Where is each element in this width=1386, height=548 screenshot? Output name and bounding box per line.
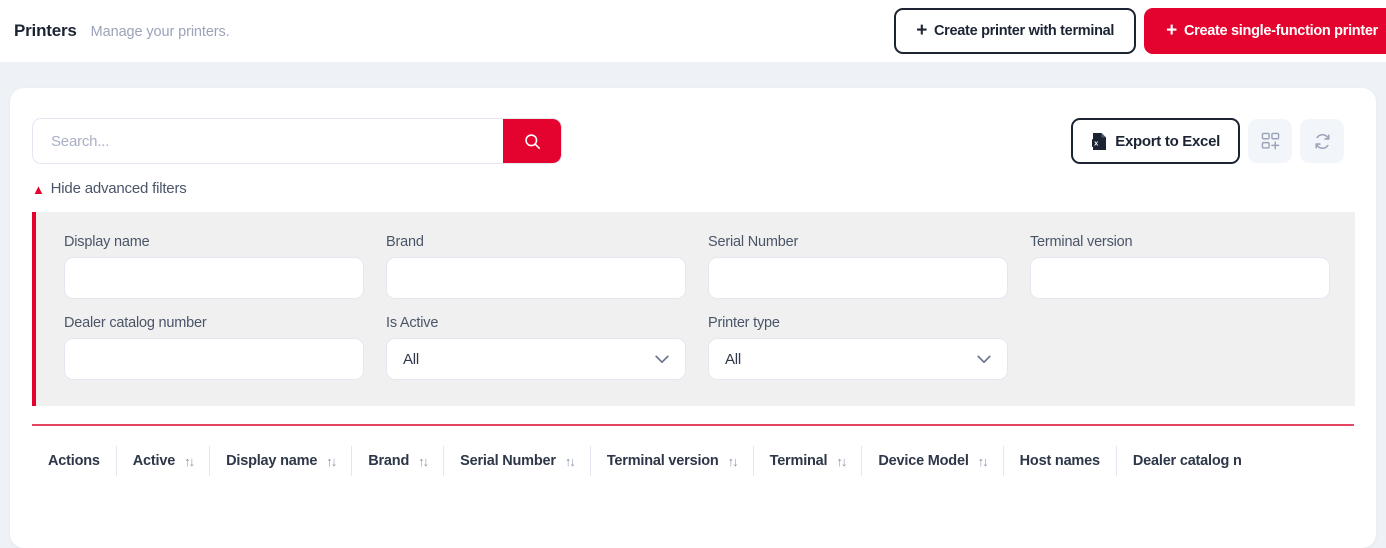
toolbar-right: x Export to Excel bbox=[1071, 118, 1344, 164]
refresh-button[interactable] bbox=[1300, 119, 1344, 163]
column-settings-button[interactable] bbox=[1248, 119, 1292, 163]
filter-field-serial-number: Serial Number bbox=[708, 234, 1008, 299]
field-label: Display name bbox=[64, 234, 150, 250]
printer-type-select[interactable]: All bbox=[708, 338, 1008, 380]
column-header-label: Display name bbox=[226, 453, 318, 469]
column-header-label: Dealer catalog n bbox=[1132, 453, 1242, 469]
page-subtitle: Manage your printers. bbox=[90, 24, 230, 40]
column-header-serial-number[interactable]: Serial Number ↑↓ bbox=[444, 446, 591, 476]
chevron-up-icon: ▲ bbox=[32, 182, 45, 197]
search-submit-button[interactable] bbox=[503, 119, 561, 163]
field-label: Printer type bbox=[708, 315, 780, 331]
dealer-catalog-number-input[interactable] bbox=[64, 338, 364, 380]
column-header-label: Terminal bbox=[769, 453, 828, 469]
search-input[interactable] bbox=[33, 119, 503, 163]
is-active-selected-value: All bbox=[403, 350, 420, 368]
field-label: Dealer catalog number bbox=[64, 315, 207, 331]
excel-file-icon: x bbox=[1092, 132, 1107, 150]
table-header-row: Actions Active ↑↓ Display name ↑↓ Brand … bbox=[32, 446, 1354, 476]
brand-input[interactable] bbox=[386, 257, 686, 299]
create-single-function-printer-button[interactable]: + Create single-function printer bbox=[1144, 8, 1386, 54]
refresh-icon bbox=[1314, 133, 1330, 149]
chevron-down-icon bbox=[655, 355, 669, 363]
plus-icon: + bbox=[916, 19, 928, 41]
filter-field-dealer-catalog-number: Dealer catalog number bbox=[64, 315, 364, 380]
column-header-dealer-catalog-number[interactable]: Dealer catalog n bbox=[1117, 446, 1258, 476]
printer-type-selected-value: All bbox=[725, 350, 742, 368]
create-printer-with-terminal-label: Create printer with terminal bbox=[934, 23, 1115, 39]
filter-field-terminal-version: Terminal version bbox=[1030, 234, 1330, 299]
printers-card: x Export to Excel bbox=[10, 88, 1376, 548]
search-box bbox=[32, 118, 562, 164]
column-header-terminal[interactable]: Terminal ↑↓ bbox=[754, 446, 863, 476]
serial-number-input[interactable] bbox=[708, 257, 1008, 299]
header-actions: + Create printer with terminal + Create … bbox=[894, 8, 1386, 54]
field-label: Is Active bbox=[386, 315, 439, 331]
export-to-excel-label: Export to Excel bbox=[1115, 132, 1220, 150]
chevron-down-icon bbox=[977, 355, 991, 363]
terminal-version-input[interactable] bbox=[1030, 257, 1330, 299]
column-header-host-names[interactable]: Host names bbox=[1004, 446, 1117, 476]
filter-field-is-active: Is Active All bbox=[386, 315, 686, 380]
column-header-label: Brand bbox=[368, 453, 410, 469]
grid-plus-icon bbox=[1261, 132, 1279, 149]
filter-field-brand: Brand bbox=[386, 234, 686, 299]
column-header-terminal-version[interactable]: Terminal version ↑↓ bbox=[591, 446, 754, 476]
display-name-input[interactable] bbox=[64, 257, 364, 299]
column-header-actions[interactable]: Actions bbox=[32, 446, 117, 476]
sort-icon[interactable]: ↑↓ bbox=[565, 454, 576, 469]
toggle-advanced-filters-label: Hide advanced filters bbox=[50, 180, 187, 197]
field-label: Serial Number bbox=[708, 234, 799, 250]
create-single-function-printer-label: Create single-function printer bbox=[1183, 23, 1378, 39]
column-header-label: Actions bbox=[48, 453, 100, 469]
advanced-filters-panel: Display name Brand Serial Number Termina… bbox=[32, 212, 1355, 406]
search-toolbar-row: x Export to Excel bbox=[32, 118, 1354, 164]
sort-icon[interactable]: ↑↓ bbox=[326, 454, 337, 469]
filter-field-display-name: Display name bbox=[64, 234, 364, 299]
column-header-label: Active bbox=[132, 453, 176, 469]
column-header-label: Host names bbox=[1019, 453, 1100, 469]
sort-icon[interactable]: ↑↓ bbox=[184, 454, 195, 469]
export-to-excel-button[interactable]: x Export to Excel bbox=[1071, 118, 1240, 164]
field-label: Brand bbox=[386, 234, 424, 250]
sort-icon[interactable]: ↑↓ bbox=[418, 454, 429, 469]
plus-icon: + bbox=[1166, 19, 1177, 41]
field-label: Terminal version bbox=[1030, 234, 1133, 250]
search-icon bbox=[524, 133, 540, 149]
column-header-label: Terminal version bbox=[606, 453, 719, 469]
column-header-display-name[interactable]: Display name ↑↓ bbox=[210, 446, 353, 476]
column-header-label: Device Model bbox=[878, 453, 969, 469]
column-header-active[interactable]: Active ↑↓ bbox=[117, 446, 211, 476]
column-header-brand[interactable]: Brand ↑↓ bbox=[352, 446, 445, 476]
is-active-select[interactable]: All bbox=[386, 338, 686, 380]
table-top-divider bbox=[32, 424, 1354, 426]
sort-icon[interactable]: ↑↓ bbox=[978, 454, 989, 469]
page-header: Printers Manage your printers. + Create … bbox=[0, 0, 1386, 62]
page-title: Printers bbox=[14, 21, 77, 40]
column-header-device-model[interactable]: Device Model ↑↓ bbox=[862, 446, 1004, 476]
toggle-advanced-filters[interactable]: ▲ Hide advanced filters bbox=[32, 180, 187, 197]
create-printer-with-terminal-button[interactable]: + Create printer with terminal bbox=[894, 8, 1137, 54]
filter-field-printer-type: Printer type All bbox=[708, 315, 1008, 380]
column-header-label: Serial Number bbox=[460, 453, 556, 469]
filter-grid: Display name Brand Serial Number Termina… bbox=[64, 234, 1330, 380]
sort-icon[interactable]: ↑↓ bbox=[836, 454, 847, 469]
title-block: Printers Manage your printers. bbox=[14, 21, 230, 41]
sort-icon[interactable]: ↑↓ bbox=[728, 454, 739, 469]
